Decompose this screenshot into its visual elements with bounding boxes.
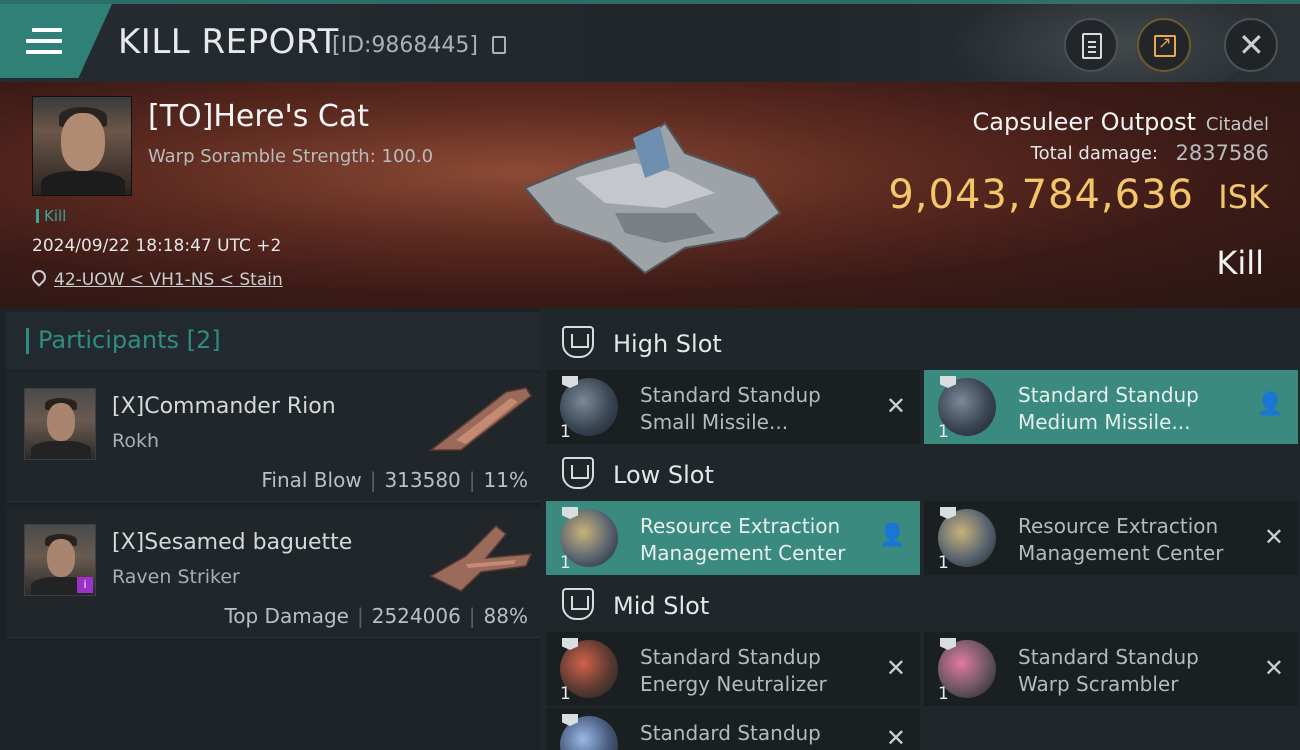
isk-unit: ISK: [1218, 178, 1269, 216]
clipboard-icon: [1082, 33, 1102, 59]
high-slot-header: High Slot: [546, 312, 1300, 372]
participants-title: Participants [2]: [26, 326, 221, 354]
participant-ship: Rokh: [112, 430, 160, 452]
close-button[interactable]: ✕: [1224, 18, 1278, 72]
module-name: Standard Standup Small Missile...: [640, 383, 821, 434]
x-icon: ✕: [885, 724, 906, 750]
participant-badge-icon: i: [77, 577, 93, 593]
module-item[interactable]: 1 Standard Standup Medium Missile... 👤: [924, 370, 1298, 444]
clipboard-button[interactable]: [1064, 18, 1118, 72]
module-item[interactable]: 1 Resource Extraction Management Center 👤: [546, 501, 920, 575]
share-button[interactable]: [1137, 18, 1191, 72]
total-damage-value: 2837586: [1175, 141, 1269, 165]
participant-percent: 11%: [483, 468, 528, 492]
target-name: Capsuleer Outpost: [972, 108, 1196, 136]
kill-datetime: 2024/09/22 18:18:47 UTC +2: [32, 236, 282, 256]
participant-damage: 2524006: [371, 604, 461, 628]
module-item[interactable]: 1 Standard Standup Warp Scrambler ✕: [924, 632, 1298, 706]
participant-damage: 313580: [384, 468, 461, 492]
kill-type: Kill: [1216, 244, 1264, 282]
share-icon: [1154, 33, 1176, 57]
victim-subtitle: Warp Soramble Strength: 100.0: [148, 146, 434, 167]
participant-percent: 88%: [483, 604, 528, 628]
participant-ship-image: [429, 524, 533, 592]
participant-avatar[interactable]: i: [24, 524, 96, 596]
kill-tag: Kill: [36, 207, 66, 225]
module-name: Standard Standup Warp Scrambler: [1018, 645, 1199, 696]
low-slot-header: Low Slot: [546, 443, 1300, 503]
x-icon: ✕: [1263, 523, 1284, 551]
participant-role: Top Damage: [224, 604, 349, 628]
participant-name: [X]Sesamed baguette: [112, 530, 353, 555]
report-id: [ID:9868445]: [332, 33, 478, 58]
module-item[interactable]: Standard Standup ✕: [546, 708, 920, 750]
victim-avatar[interactable]: [32, 96, 132, 196]
victim-name[interactable]: [TO]Here's Cat: [148, 99, 369, 134]
slot-label: Low Slot: [613, 461, 714, 489]
module-qty: 1: [560, 684, 571, 704]
participant-ship: Raven Striker: [112, 566, 240, 588]
module-qty: 1: [938, 422, 949, 442]
x-icon: ✕: [885, 654, 906, 682]
copy-icon[interactable]: [492, 36, 506, 54]
module-item[interactable]: 1 Standard Standup Small Missile... ✕: [546, 370, 920, 444]
module-item[interactable]: 1 Resource Extraction Management Center ✕: [924, 501, 1298, 575]
shield-slot-icon: [562, 457, 594, 489]
module-item[interactable]: 1 Standard Standup Energy Neutralizer ✕: [546, 632, 920, 706]
participant-row[interactable]: [X]Commander Rion Rokh Final Blow | 313580…: [6, 372, 540, 502]
participant-avatar[interactable]: [24, 388, 96, 460]
x-icon: ✕: [885, 392, 906, 420]
isk-value: 9,043,784,636: [888, 172, 1194, 218]
page-title: KILL REPORT: [118, 22, 339, 62]
participant-stats: Top Damage | 2524006 | 88%: [224, 604, 528, 628]
close-icon: ✕: [1238, 26, 1265, 64]
slot-label: Mid Slot: [613, 592, 710, 620]
x-icon: ✕: [1263, 654, 1284, 682]
module-qty: 1: [938, 684, 949, 704]
module-qty: 1: [938, 553, 949, 573]
participant-role: Final Blow: [261, 468, 362, 492]
total-damage-label: Total damage:: [1030, 143, 1158, 164]
victim-structure-image: [523, 121, 782, 275]
participant-ship-image: [428, 387, 532, 451]
shield-slot-icon: [562, 326, 594, 358]
module-name: Standard Standup Medium Missile...: [1018, 383, 1199, 434]
hamburger-menu-icon: [26, 28, 62, 56]
person-icon: 👤: [878, 523, 906, 548]
mid-slot-header: Mid Slot: [546, 574, 1300, 634]
participant-stats: Final Blow | 313580 | 11%: [261, 468, 528, 492]
module-name: Standard Standup Energy Neutralizer: [640, 645, 827, 696]
module-name: Standard Standup: [640, 721, 821, 745]
module-qty: 1: [560, 422, 571, 442]
kill-location-link[interactable]: 42-UOW < VH1-NS < Stain: [54, 270, 283, 290]
module-name: Resource Extraction Management Center: [640, 514, 846, 565]
module-name: Resource Extraction Management Center: [1018, 514, 1224, 565]
target-class: Citadel: [1205, 114, 1269, 135]
person-icon: 👤: [1256, 392, 1284, 417]
participant-name: [X]Commander Rion: [112, 394, 336, 419]
shield-slot-icon: [562, 588, 594, 620]
module-qty: 1: [560, 553, 571, 573]
participant-row[interactable]: i [X]Sesamed baguette Raven Striker Top …: [6, 508, 540, 638]
slot-label: High Slot: [613, 330, 722, 358]
